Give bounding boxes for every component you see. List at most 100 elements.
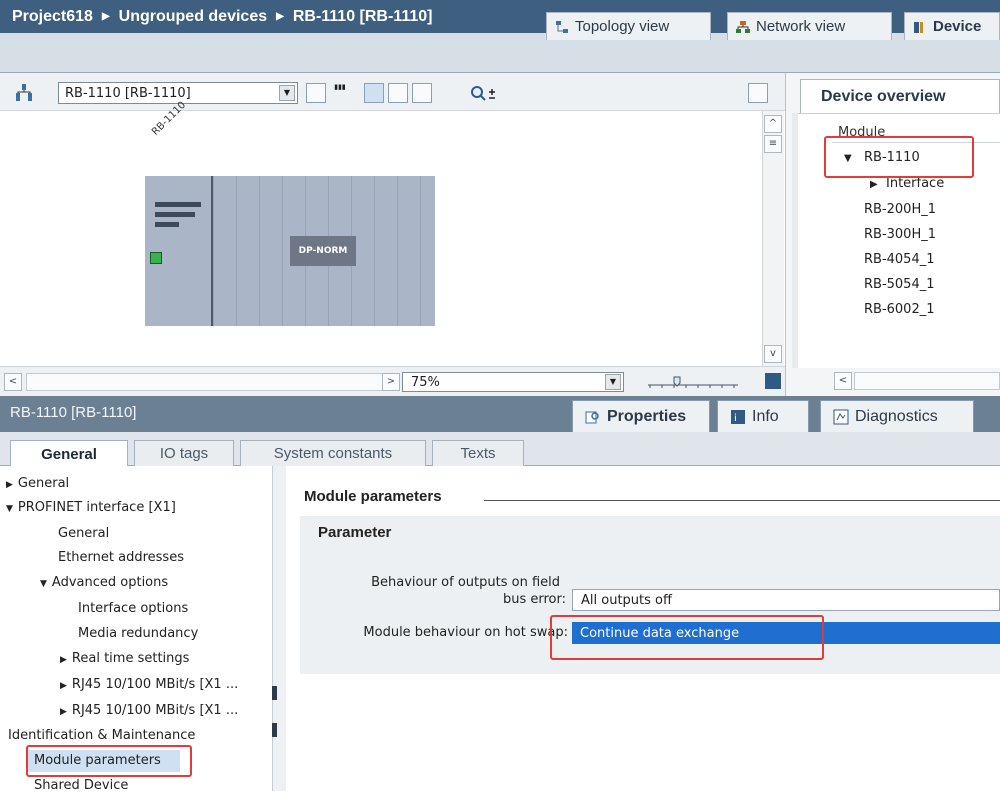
- collapsed-triangle-icon[interactable]: ▶: [60, 681, 67, 691]
- expanded-triangle-icon[interactable]: ▼: [40, 579, 47, 589]
- collapsed-triangle-icon[interactable]: ▶: [60, 655, 67, 665]
- tree-item-media-redundancy[interactable]: Media redundancy: [78, 626, 198, 641]
- properties-icon: [585, 411, 599, 423]
- tree-item-label: RJ45 10/100 MBit/s [X1 ...: [71, 703, 239, 718]
- hotswap-behaviour-select[interactable]: Continue data exchange: [572, 622, 1000, 644]
- outputs-label-line2: bus error:: [502, 592, 566, 607]
- tree-item-rj45-port1[interactable]: ▶ RJ45 10/100 MBit/s [X1 ...: [60, 677, 238, 692]
- breadcrumb-separator-icon: ▶: [276, 11, 284, 22]
- subtab-io-tags[interactable]: IO tags: [134, 440, 234, 466]
- panel-icon[interactable]: [412, 83, 432, 103]
- group-title: Parameter: [318, 524, 392, 541]
- breadcrumb-separator-icon: ▶: [101, 11, 110, 22]
- collapsed-triangle-icon[interactable]: ▶: [6, 480, 13, 490]
- hotswap-label: Module behaviour on hot swap:: [363, 625, 568, 640]
- breadcrumb-group[interactable]: Ungrouped devices: [119, 8, 267, 26]
- dp-norm-module[interactable]: DP-NORM: [290, 236, 356, 266]
- scroll-down-icon[interactable]: v: [764, 345, 782, 363]
- tab-topology-label: Topology view: [575, 18, 670, 35]
- tree-item-module-parameters[interactable]: Module parameters: [34, 753, 161, 768]
- zoom-in-icon[interactable]: [470, 85, 500, 103]
- outputs-label-line1: Behaviour of outputs on field: [371, 575, 560, 590]
- table-row[interactable]: RB-300H_1: [864, 227, 936, 242]
- info-icon: i: [731, 409, 745, 424]
- tree-item-interface-options[interactable]: Interface options: [78, 601, 188, 616]
- tree-item-pn-general[interactable]: General: [58, 526, 109, 541]
- scroll-thumb-icon[interactable]: ≡: [764, 135, 782, 153]
- scroll-right-icon[interactable]: >: [382, 373, 400, 391]
- device-select-value: RB-1110 [RB-1110]: [65, 85, 191, 101]
- overview-navigation-icon[interactable]: [765, 373, 781, 389]
- scroll-left-icon[interactable]: <: [834, 372, 852, 390]
- column-header-module[interactable]: Module: [838, 125, 885, 140]
- tree-splitter[interactable]: [272, 466, 286, 791]
- tree-item-label: PROFINET interface [X1]: [17, 500, 176, 515]
- device-tree-icon[interactable]: [14, 83, 36, 103]
- collapsed-triangle-icon[interactable]: ▶: [60, 707, 67, 717]
- canvas-vertical-scrollbar[interactable]: ^ ≡ v: [762, 111, 784, 366]
- tree-item-label: Advanced options: [51, 575, 169, 590]
- tree-item-general[interactable]: ▶ General: [6, 476, 69, 491]
- svg-text:i: i: [734, 413, 737, 424]
- scroll-left-icon[interactable]: <: [4, 373, 22, 391]
- tab-device-view[interactable]: Device: [904, 12, 1000, 40]
- tab-diagnostics[interactable]: Diagnostics: [820, 400, 974, 432]
- expanded-triangle-icon[interactable]: ▼: [6, 504, 13, 514]
- zoom-slider[interactable]: [646, 375, 740, 389]
- outputs-on-bus-error-select[interactable]: All outputs off: [572, 589, 1000, 611]
- tree-item-rj45-port2[interactable]: ▶ RJ45 10/100 MBit/s [X1 ...: [60, 703, 238, 718]
- tree-item-ethernet[interactable]: Ethernet addresses: [58, 550, 184, 565]
- table-row[interactable]: RB-4054_1: [864, 252, 935, 267]
- expanded-triangle-icon[interactable]: ▼: [844, 153, 852, 164]
- module-bar: [155, 222, 179, 227]
- tab-topology-view[interactable]: Topology view: [546, 12, 711, 40]
- tab-network-view[interactable]: Network view: [727, 12, 892, 40]
- tab-network-label: Network view: [756, 18, 846, 35]
- head-module[interactable]: [145, 176, 213, 326]
- edit-icon[interactable]: [364, 83, 384, 103]
- name-icon[interactable]: ▮▮▮: [330, 83, 350, 103]
- breadcrumb-project[interactable]: Project618: [12, 8, 93, 26]
- tree-item-realtime[interactable]: ▶ Real time settings: [60, 651, 189, 666]
- tab-device-overview[interactable]: Device overview: [800, 79, 1000, 113]
- zoom-select[interactable]: 75% ▼: [402, 372, 624, 392]
- tab-info-label: Info: [752, 407, 779, 425]
- tab-properties[interactable]: Properties: [572, 400, 710, 432]
- inspector-title: RB-1110 [RB-1110]: [10, 404, 137, 421]
- chevron-down-icon[interactable]: ▼: [605, 374, 621, 390]
- show-modules-icon[interactable]: [306, 83, 326, 103]
- tree-item-advanced[interactable]: ▼ Advanced options: [40, 575, 168, 590]
- subtab-texts[interactable]: Texts: [432, 440, 524, 466]
- tab-device-label: Device: [933, 18, 982, 35]
- tab-info[interactable]: i Info: [717, 400, 809, 432]
- subtab-system-constants[interactable]: System constants: [240, 440, 426, 466]
- canvas-horizontal-scrollbar[interactable]: [26, 373, 386, 391]
- zoom-value: 75%: [411, 374, 440, 390]
- subtab-general[interactable]: General: [10, 440, 128, 467]
- table-row[interactable]: RB-6002_1: [864, 302, 935, 317]
- tab-diagnostics-label: Diagnostics: [855, 407, 938, 425]
- table-row[interactable]: Interface: [886, 176, 944, 191]
- tree-item-label: General: [17, 476, 70, 491]
- tree-item-profinet[interactable]: ▼ PROFINET interface [X1]: [6, 500, 176, 515]
- overview-horizontal-scrollbar[interactable]: [854, 372, 1000, 390]
- tree-item-identification[interactable]: Identification & Maintenance: [8, 728, 195, 743]
- tree-item-label: RJ45 10/100 MBit/s [X1 ...: [71, 677, 239, 692]
- splitter-handle-icon[interactable]: [272, 723, 277, 737]
- port-icon[interactable]: [150, 252, 162, 264]
- device-toolbar: RB-1110 [RB-1110] ▼ ▮▮▮: [0, 73, 800, 111]
- table-row[interactable]: RB-5054_1: [864, 277, 935, 292]
- table-row[interactable]: RB-200H_1: [864, 202, 936, 217]
- scroll-up-icon[interactable]: ^: [764, 115, 782, 133]
- table-row[interactable]: RB-1110: [864, 150, 920, 165]
- breadcrumb-device[interactable]: RB-1110 [RB-1110]: [293, 8, 433, 26]
- section-title: Module parameters: [304, 488, 442, 505]
- diagnostics-icon: [833, 409, 849, 424]
- chevron-down-icon[interactable]: ▼: [279, 85, 295, 101]
- expand-pane-icon[interactable]: [748, 83, 768, 103]
- collapsed-triangle-icon[interactable]: ▶: [870, 179, 878, 190]
- tree-item-label: Real time settings: [71, 651, 190, 666]
- grid-icon[interactable]: [388, 83, 408, 103]
- network-icon: [736, 20, 750, 33]
- splitter-handle-icon[interactable]: [272, 686, 277, 700]
